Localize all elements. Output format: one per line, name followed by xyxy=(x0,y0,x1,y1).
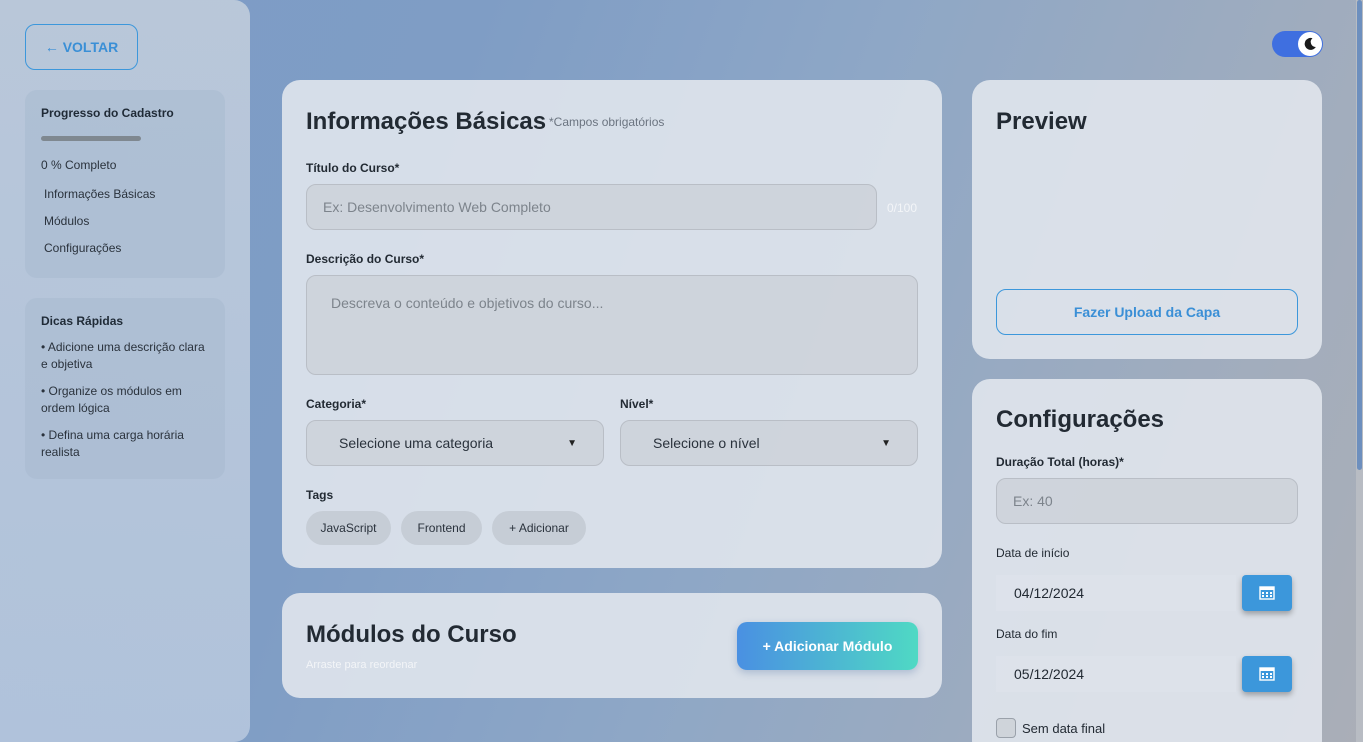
upload-cover-button[interactable]: Fazer Upload da Capa xyxy=(996,289,1298,335)
tip-item: • Adicione uma descrição clara e objetiv… xyxy=(41,340,205,371)
end-date-value: 05/12/2024 xyxy=(1014,666,1085,682)
description-textarea[interactable]: Descreva o conteúdo e objetivos do curso… xyxy=(306,275,918,375)
step-settings[interactable]: Configurações xyxy=(41,241,209,268)
calendar-icon xyxy=(1259,586,1275,600)
upload-cover-label: Fazer Upload da Capa xyxy=(1073,304,1221,320)
description-placeholder: Descreva o conteúdo e objetivos do curso… xyxy=(331,295,604,311)
tips-card: Dicas Rápidas • Adicione uma descrição c… xyxy=(25,298,225,479)
progress-card: Progresso do Cadastro 0 % Completo Infor… xyxy=(25,90,225,278)
calendar-icon xyxy=(1259,667,1275,681)
modules-subtitle: Arraste para reordenar xyxy=(306,659,418,671)
end-date-label: Data do fim xyxy=(996,627,1058,641)
basic-info-title: Informações Básicas xyxy=(306,108,547,135)
progress-percent: 0 % Completo xyxy=(41,158,117,172)
no-end-date-label: Sem data final xyxy=(1022,721,1106,736)
course-title-placeholder: Ex: Desenvolvimento Web Completo xyxy=(323,199,551,215)
level-select[interactable]: Selecione o nível ▼ xyxy=(620,420,918,466)
level-label: Nível* xyxy=(620,397,654,411)
start-date-picker-button[interactable] xyxy=(1242,575,1292,611)
duration-input[interactable]: Ex: 40 xyxy=(996,478,1298,524)
duration-label: Duração Total (horas)* xyxy=(996,455,1124,469)
back-button[interactable]: ← VOLTAR xyxy=(25,24,138,70)
config-title: Configurações xyxy=(996,406,1165,433)
scrollbar-thumb[interactable] xyxy=(1357,0,1362,470)
start-date-label: Data de início xyxy=(996,546,1070,560)
end-date-picker-button[interactable] xyxy=(1242,656,1292,692)
preview-card: Preview Fazer Upload da Capa xyxy=(972,80,1322,359)
no-end-date-checkbox[interactable] xyxy=(996,718,1016,738)
chevron-down-icon: ▼ xyxy=(567,437,577,449)
basic-info-card: Informações Básicas *Campos obrigatórios… xyxy=(282,80,942,568)
moon-icon xyxy=(1304,37,1316,50)
required-note: *Campos obrigatórios xyxy=(549,115,665,129)
back-button-label: ← VOLTAR xyxy=(44,39,119,55)
sidebar: ← VOLTAR Progresso do Cadastro 0 % Compl… xyxy=(0,0,250,742)
progress-bar xyxy=(41,136,141,141)
description-label: Descrição do Curso* xyxy=(306,252,425,266)
start-date-value: 04/12/2024 xyxy=(1014,585,1085,601)
step-basic-info[interactable]: Informações Básicas xyxy=(41,187,209,214)
theme-toggle[interactable] xyxy=(1272,31,1323,57)
char-counter: 0/100 xyxy=(887,201,918,215)
level-value: Selecione o nível xyxy=(653,435,760,451)
category-value: Selecione uma categoria xyxy=(339,435,494,451)
toggle-knob xyxy=(1298,32,1322,56)
config-card: Configurações Duração Total (horas)* Ex:… xyxy=(972,379,1322,742)
category-label: Categoria* xyxy=(306,397,367,411)
tip-item: • Defina uma carga horária realista xyxy=(41,428,184,459)
add-tag-button[interactable]: + Adicionar xyxy=(492,511,586,545)
modules-card: Módulos do Curso Arraste para reordenar … xyxy=(282,593,942,698)
tag-chip[interactable]: Frontend xyxy=(401,511,482,545)
tips-title: Dicas Rápidas xyxy=(41,314,124,328)
step-modules[interactable]: Módulos xyxy=(41,214,209,241)
course-title-input[interactable]: Ex: Desenvolvimento Web Completo xyxy=(306,184,877,230)
preview-title: Preview xyxy=(996,108,1087,135)
tags-label: Tags xyxy=(306,488,334,502)
chevron-down-icon: ▼ xyxy=(881,437,891,449)
progress-steps: Informações Básicas Módulos Configuraçõe… xyxy=(41,187,209,268)
modules-title: Módulos do Curso xyxy=(306,621,517,648)
add-module-button[interactable]: + Adicionar Módulo xyxy=(737,622,918,670)
progress-title: Progresso do Cadastro xyxy=(41,106,174,120)
category-select[interactable]: Selecione uma categoria ▼ xyxy=(306,420,604,466)
add-module-label: + Adicionar Módulo xyxy=(762,638,893,654)
course-title-label: Título do Curso* xyxy=(306,161,400,175)
duration-placeholder: Ex: 40 xyxy=(1013,493,1053,509)
tag-chip[interactable]: JavaScript xyxy=(306,511,391,545)
tip-item: • Organize os módulos em ordem lógica xyxy=(41,384,182,415)
